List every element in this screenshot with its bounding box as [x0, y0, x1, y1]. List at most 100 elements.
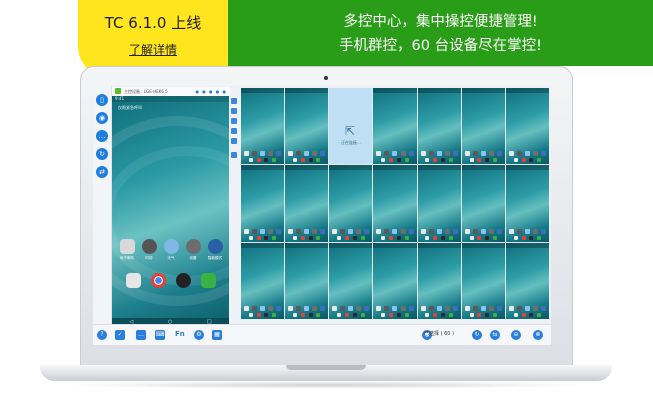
app-icon [488, 228, 494, 234]
link-icon[interactable]: ⊗ [533, 330, 543, 340]
app-icon [320, 228, 326, 234]
app-chrome[interactable] [149, 273, 167, 288]
share-icon[interactable]: ⇄ [96, 166, 108, 178]
settings-icon[interactable]: ⚙ [194, 330, 204, 340]
more-icon[interactable] [231, 152, 237, 158]
dock-icon [469, 313, 474, 317]
screenshot-icon[interactable]: ◉ [96, 112, 108, 124]
app-icon [304, 151, 310, 157]
app-icon [488, 151, 494, 157]
dock-icon [308, 158, 313, 163]
chat-icon[interactable]: … [96, 130, 108, 142]
app-email[interactable]: 电子邮件 [118, 239, 136, 261]
cell-status-bar [417, 242, 461, 248]
app-manager-icon[interactable]: ▦ [212, 330, 222, 340]
cell-dock-row [247, 158, 278, 163]
dock-icon [300, 235, 305, 240]
device-cell[interactable] [417, 242, 461, 319]
device-cell[interactable] [505, 242, 549, 319]
app-icon [400, 151, 406, 157]
device-cell[interactable] [505, 88, 549, 165]
device-cell[interactable] [329, 165, 373, 242]
dock-icon [477, 235, 482, 240]
app-icon [452, 228, 458, 234]
keyboard-icon[interactable]: ⌨ [155, 330, 165, 340]
keyboard-icon[interactable] [231, 138, 237, 144]
cell-app-row [244, 228, 282, 234]
app-icon [496, 228, 502, 234]
device-cell[interactable] [461, 242, 505, 319]
cell-status-bar [241, 165, 285, 171]
sync-icon[interactable]: ⇆ [490, 330, 500, 340]
dock-icon [448, 235, 453, 240]
dock-icon [337, 235, 342, 240]
device-cell-connecting[interactable]: ⇱ 正在连接... [329, 88, 373, 165]
sync-icon[interactable]: ↻ [96, 148, 108, 160]
android-icon [115, 88, 121, 94]
dock-icon [248, 235, 253, 240]
fn-button[interactable]: Fn [175, 330, 185, 338]
dock-icon [492, 313, 497, 317]
select-icon[interactable]: ✓ [115, 330, 125, 340]
cell-dock-row [424, 158, 455, 163]
device-cell[interactable] [505, 165, 549, 242]
device-cell[interactable] [285, 242, 329, 319]
cell-dock-row [379, 313, 410, 317]
dock-icon [441, 235, 446, 240]
device-cell[interactable] [373, 242, 417, 319]
chat-bubble-icon[interactable]: … [136, 330, 146, 340]
dock-icon [433, 158, 438, 163]
main-phone-screen[interactable]: 9:41 仅限紧急呼叫 电子邮件 时钟 天气 设置 智能模式 ◁ ○ □ [112, 96, 229, 326]
app-icon [508, 228, 514, 234]
device-cell[interactable] [373, 88, 417, 165]
help-icon[interactable]: ? [97, 330, 107, 340]
refresh-icon[interactable]: ↻ [472, 330, 482, 340]
device-cell[interactable] [461, 88, 505, 165]
app-icon [296, 306, 302, 311]
app-icon [496, 151, 502, 157]
promo-slogan-panel: 多控中心，集中操控便捷管理! 手机群控，60 台设备尽在掌控! [228, 0, 653, 66]
dock-icon [337, 313, 342, 317]
cell-status-bar [505, 88, 549, 93]
device-cell[interactable] [329, 242, 373, 319]
device-cell[interactable] [285, 88, 329, 165]
device-cell[interactable] [241, 88, 285, 165]
app-icon [320, 306, 326, 311]
app-weather[interactable]: 天气 [162, 239, 180, 261]
device-cell[interactable] [461, 165, 505, 242]
dock-icon [293, 235, 298, 240]
app-camera[interactable] [175, 273, 193, 288]
app-dialer-grid[interactable] [124, 273, 142, 288]
volume-up-icon[interactable] [231, 108, 237, 114]
cell-app-row [244, 151, 282, 157]
cell-dock-row [512, 235, 543, 240]
app-icon [244, 151, 249, 157]
device-cell[interactable] [241, 242, 285, 319]
rotate-icon[interactable] [231, 128, 237, 134]
app-settings[interactable]: 设置 [184, 239, 202, 261]
app-smart-mode[interactable]: 智能模式 [206, 239, 224, 261]
disconnect-icon[interactable]: ⊖ [511, 330, 521, 340]
app-icon [296, 228, 302, 234]
device-cell[interactable] [417, 88, 461, 165]
app-phone[interactable] [200, 273, 218, 288]
device-cell[interactable] [241, 165, 285, 242]
app-icon [464, 228, 470, 234]
app-icon [436, 151, 442, 157]
volume-down-icon[interactable] [231, 118, 237, 124]
device-cell[interactable] [373, 165, 417, 242]
power-icon[interactable] [231, 98, 237, 104]
device-cell[interactable] [417, 165, 461, 242]
learn-more-link[interactable]: 了解详情 [78, 41, 228, 58]
device-header-tools[interactable]: ● ● ● ● ● [195, 89, 227, 94]
cell-dock-row [468, 313, 499, 317]
phone-mode-icon[interactable]: ▯ [96, 94, 108, 106]
dock-icon [404, 235, 409, 240]
dock-icon [477, 313, 482, 317]
app-icon [392, 228, 398, 234]
device-cell[interactable] [285, 165, 329, 242]
dock-icon [425, 158, 430, 163]
app-icon [288, 228, 294, 234]
app-icon [436, 306, 442, 311]
app-clock[interactable]: 时钟 [140, 239, 158, 261]
